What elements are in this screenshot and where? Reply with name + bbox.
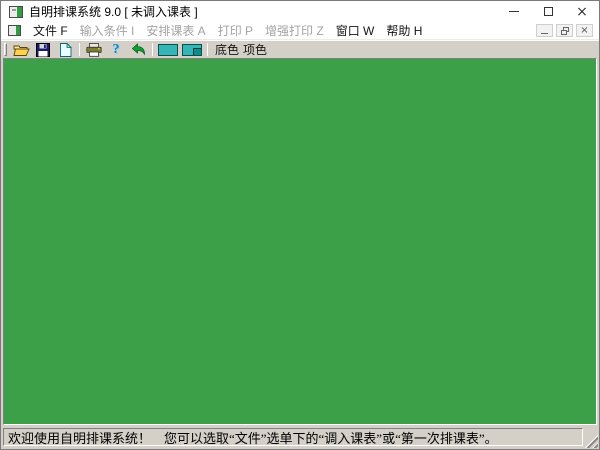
floppy-disk-icon (36, 42, 50, 57)
toolbar-separator (152, 43, 153, 56)
item-color-corner-icon (193, 47, 201, 55)
toolbar: ? 底色 项色 (1, 40, 599, 58)
bg-color-swatch-button[interactable] (158, 43, 178, 56)
menu-item-file[interactable]: 文件 F (27, 22, 74, 39)
undo-arrow-icon (130, 42, 146, 57)
open-button[interactable] (10, 42, 32, 58)
printer-icon (86, 42, 102, 57)
menu-item-print: 打印 P (217, 24, 254, 38)
menu-item-arrange-timetable: 安排课表 A (146, 24, 206, 38)
item-color-label[interactable]: 项色 (243, 41, 267, 58)
client-area (3, 58, 597, 425)
menu-item-input-conditions: 输入条件 I (79, 24, 135, 38)
print-button[interactable] (83, 42, 105, 58)
undo-button[interactable] (127, 42, 149, 58)
menu-bar: 文件 F 输入条件 I 安排课表 A 打印 P 增强打印 Z 窗口 W 帮助 H… (1, 22, 599, 40)
minimize-button[interactable] (497, 1, 531, 22)
open-folder-icon (12, 43, 30, 57)
item-color-swatch-button[interactable] (182, 43, 202, 56)
mdi-minimize-button[interactable] (536, 24, 553, 37)
mdi-close-button[interactable]: × (576, 24, 593, 37)
close-button[interactable]: × (565, 1, 599, 22)
menu-item-window[interactable]: 窗口 W (330, 22, 381, 39)
status-bar: 欢迎使用自明排课系统！ 您可以选取“文件”选单下的“调入课表”或“第一次排课表”… (1, 425, 599, 449)
resize-grip-icon[interactable] (583, 433, 598, 448)
app-icon (9, 5, 23, 18)
client-area-frame (1, 58, 599, 425)
mdi-restore-button[interactable] (556, 24, 573, 37)
mdi-child-document-icon[interactable] (8, 25, 21, 36)
status-message: 欢迎使用自明排课系统！ 您可以选取“文件”选单下的“调入课表”或“第一次排课表”… (8, 430, 498, 446)
mdi-restore-icon (560, 26, 569, 35)
toolbar-grip[interactable] (4, 43, 7, 56)
maximize-button[interactable] (531, 1, 565, 22)
minimize-icon (509, 11, 519, 12)
new-button[interactable] (54, 42, 76, 58)
mdi-minimize-icon (541, 33, 548, 34)
menu-item-help[interactable]: 帮助 H (380, 22, 428, 39)
status-message-panel: 欢迎使用自明排课系统！ 您可以选取“文件”选单下的“调入课表”或“第一次排课表”… (3, 428, 583, 446)
mdi-close-icon: × (580, 24, 589, 36)
maximize-icon (543, 7, 553, 16)
menu-item-enhanced-print: 增强打印 Z (265, 24, 324, 38)
window-controls: × (497, 1, 599, 22)
title-bar: 自明排课系统 9.0 [ 未调入课表 ] × (1, 1, 599, 22)
window-title: 自明排课系统 9.0 [ 未调入课表 ] (29, 5, 198, 19)
mdi-child-controls: × (536, 24, 599, 37)
bg-color-label[interactable]: 底色 (215, 41, 239, 58)
app-window: 自明排课系统 9.0 [ 未调入课表 ] × 文件 F 输入条件 I 安排课表 … (0, 0, 600, 450)
close-icon: × (576, 3, 588, 20)
blank-page-icon (59, 42, 72, 57)
save-button[interactable] (32, 42, 54, 58)
toolbar-separator (207, 43, 208, 56)
help-button[interactable]: ? (105, 42, 127, 58)
toolbar-separator (79, 43, 80, 56)
question-mark-icon: ? (112, 41, 120, 57)
